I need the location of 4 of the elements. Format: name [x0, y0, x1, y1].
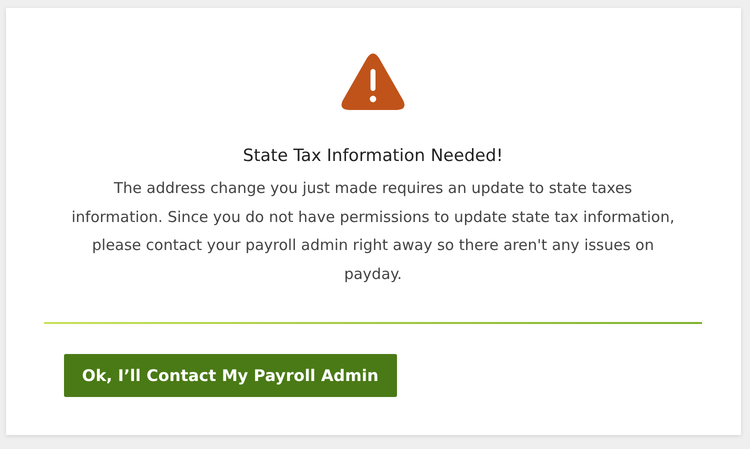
dialog-message: The address change you just made requires an update to state taxes information. Since you do not have permissions to update state tax information, please contact your payroll admin right away so there aren't any issues on payday.: [70, 178, 676, 284]
contact-admin-button[interactable]: Ok, I’ll Contact My Payroll Admin: [64, 354, 396, 397]
dialog-title: State Tax Information Needed!: [242, 145, 504, 168]
warning-icon: [340, 52, 406, 112]
